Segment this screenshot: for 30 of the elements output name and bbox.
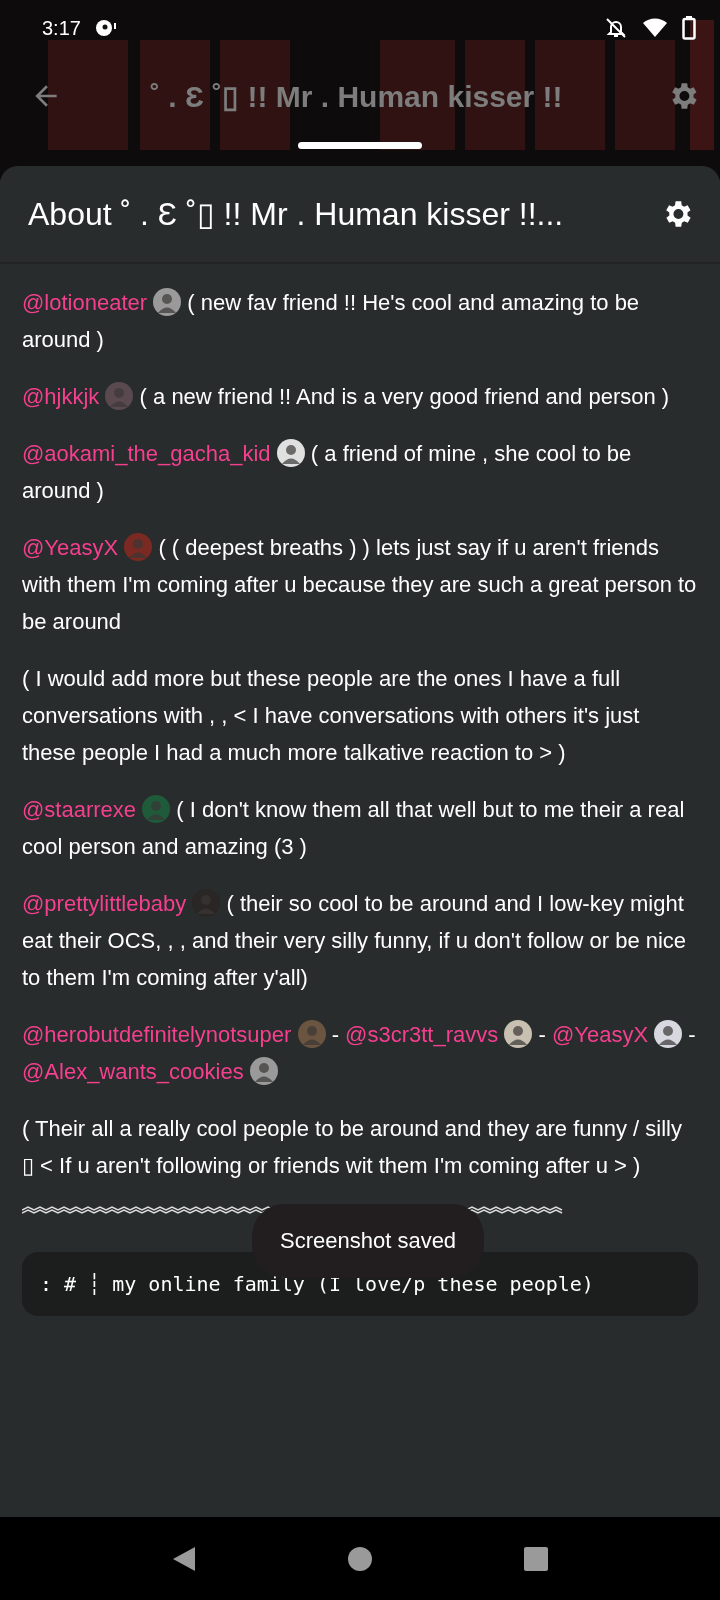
status-time: 3:17	[42, 16, 81, 40]
recents-icon[interactable]	[523, 1545, 549, 1572]
bio-paragraph: ( Their all a really cool people to be around and they are funny / silly ▯ < If u aren't following or friends wit them I'm coming after u > )	[22, 1115, 683, 1180]
bio-paragraph: @aokami_the_gacha_kid ( a friend of mine , she cool to be around )	[22, 438, 633, 505]
bio-paragraph: @lotioneater ( new fav friend !! He's cool and amazing to be around )	[22, 287, 641, 354]
mention-link[interactable]: @Alex_wants_cookies	[22, 1059, 244, 1084]
mention-link[interactable]: @YeasyX	[22, 535, 119, 560]
notifications-off-icon	[604, 16, 628, 40]
bio-paragraph: @YeasyX ( ( deepest breaths ) ) lets just say if u aren't friends with them I'm coming after u because they are such a great person to be around	[22, 532, 698, 636]
mention-link[interactable]: @aokami_the_gacha_kid	[22, 441, 271, 466]
mention-link[interactable]: @herobutdefinitelynotsuper	[22, 1022, 292, 1047]
mention-link[interactable]: @hjkkjk	[22, 384, 100, 409]
app-bar-title: ˚ . Ɛ ˚▯ !! Mr . Human kisser !!	[149, 78, 564, 114]
bio-paragraph: @herobutdefinitelynotsuper - @s3cr3tt_ravvs - @YeasyX - @Alex_wants_cookies	[22, 1019, 697, 1087]
mention-link[interactable]: @staarrexe	[22, 797, 137, 822]
wifi-icon	[642, 17, 668, 39]
back-icon[interactable]	[171, 1544, 197, 1573]
mention-link[interactable]: @lotioneater	[22, 290, 148, 315]
drag-handle[interactable]	[298, 142, 422, 149]
disc-icon	[94, 18, 117, 38]
bio-paragraph: @hjkkjk ( a new friend !! And is a very good friend and person )	[22, 381, 671, 412]
mention-link[interactable]: @prettylittlebaby	[22, 891, 187, 916]
mention-link[interactable]: @s3cr3tt_ravvs	[345, 1022, 499, 1047]
home-icon[interactable]	[347, 1545, 373, 1572]
bio-paragraph: @prettylittlebaby ( their so cool to be around and I low-key might eat their OCS, , , and their very silly funny, if u don't follow or be nice to them I'm coming after y'all)	[22, 888, 688, 992]
bio-paragraph: ( I would add more but these people are the ones I have a full conversations with , , < I have conversations with others it's just these people I had a much more talkative reaction to > )	[22, 665, 641, 767]
mention-link[interactable]: @YeasyX	[551, 1022, 649, 1047]
sheet-title: About ˚ . Ɛ ˚▯ !! Mr . Human kisser !!...	[28, 195, 565, 233]
battery-icon	[682, 16, 696, 40]
bio-paragraph: @staarrexe ( I don't know them all that well but to me their a real cool person and amazing (3 )	[22, 794, 686, 861]
